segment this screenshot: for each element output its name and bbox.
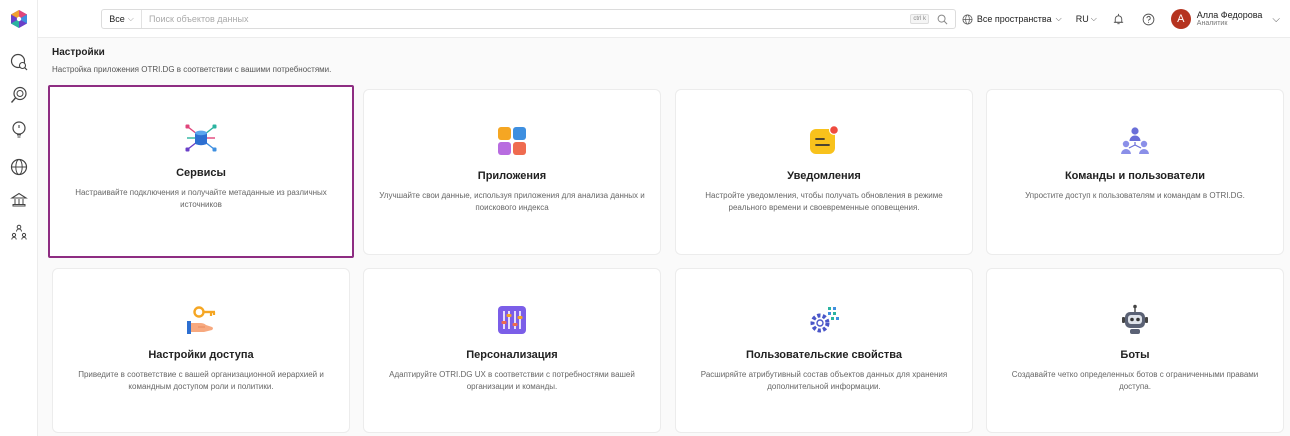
card-description: Улучшайте свои данные, используя приложе… <box>379 191 645 213</box>
card-description: Настраивайте подключения и получайте мет… <box>75 188 327 210</box>
access-key-icon <box>184 303 218 337</box>
search-icon[interactable] <box>934 11 950 27</box>
language-dropdown[interactable]: RU ⌵ <box>1076 14 1097 24</box>
teams-hierarchy-icon[interactable] <box>9 223 29 243</box>
page-subtitle: Настройка приложения OTRI.DG в соответст… <box>52 65 332 74</box>
insights-icon[interactable] <box>9 119 29 139</box>
card-description: Упростите доступ к пользователям и коман… <box>1025 191 1245 200</box>
governance-bank-icon[interactable] <box>9 190 29 210</box>
help-icon[interactable] <box>1141 11 1157 27</box>
customize-icon <box>495 303 529 337</box>
card-title: Приложения <box>477 170 547 182</box>
global-search: Все ⌵ ctrl k <box>101 9 956 29</box>
card-description: Приведите в соответствие с вашей организ… <box>78 370 324 392</box>
app-logo-icon[interactable] <box>9 9 29 29</box>
bots-icon <box>1118 303 1152 337</box>
search-scope-label: Все <box>109 14 125 24</box>
page-title: Настройки <box>52 47 105 58</box>
chevron-down-icon: ⌵ <box>127 14 134 23</box>
card-description: Расширяйте атрибутивный состав объектов … <box>700 370 948 392</box>
user-name: Алла Федорова <box>1196 9 1263 20</box>
domain-dropdown[interactable]: Все пространства ⌵ <box>962 14 1062 25</box>
card-description: Создавайте четко определенных ботов с ог… <box>1011 370 1259 392</box>
card-title: Боты <box>1120 349 1150 361</box>
card-title: Пользовательские свойства <box>745 349 903 361</box>
settings-card-services[interactable]: Сервисы Настраивайте подключения и получ… <box>48 85 354 258</box>
settings-card-teams-users[interactable]: Команды и пользователи Упростите доступ … <box>986 89 1284 255</box>
settings-card-notifications[interactable]: Уведомления Настройте уведомления, чтобы… <box>675 89 973 255</box>
explore-icon[interactable] <box>9 52 29 72</box>
domain-label: Все пространства <box>976 14 1052 24</box>
header-actions: Все пространства ⌵ RU ⌵ А Алла Федорова … <box>962 0 1290 38</box>
user-role: Аналитик <box>1196 20 1228 28</box>
chevron-down-icon: ⌵ <box>1090 14 1097 23</box>
top-bar: Все ⌵ ctrl k Все пространства ⌵ RU ⌵ А А… <box>38 0 1290 38</box>
teams-icon <box>1118 124 1152 158</box>
chevron-down-icon: ⌵ <box>1272 13 1280 25</box>
settings-card-bots[interactable]: Боты Создавайте четко определенных ботов… <box>986 268 1284 433</box>
notifications-bell-icon[interactable] <box>1111 11 1127 27</box>
domains-globe-icon[interactable] <box>9 157 29 177</box>
search-scope-dropdown[interactable]: Все ⌵ <box>102 10 142 28</box>
notifications-icon <box>807 124 841 158</box>
globe-icon <box>962 14 973 24</box>
settings-card-applications[interactable]: Приложения Улучшайте свои данные, исполь… <box>363 89 661 255</box>
card-title: Уведомления <box>787 170 861 182</box>
chevron-down-icon: ⌵ <box>1055 14 1062 23</box>
search-shortcut-hint: ctrl k <box>910 14 929 24</box>
language-label: RU <box>1075 14 1089 24</box>
settings-card-access[interactable]: Настройки доступа Приведите в соответств… <box>52 268 350 433</box>
settings-card-customization[interactable]: Персонализация Адаптируйте OTRI.DG UX в … <box>363 268 661 433</box>
search-input[interactable] <box>142 10 911 28</box>
services-icon <box>184 121 218 155</box>
sidebar <box>0 0 38 436</box>
card-title: Команды и пользователи <box>1064 170 1206 182</box>
settings-card-custom-properties[interactable]: Пользовательские свойства Расширяйте атр… <box>675 268 973 433</box>
apps-icon <box>495 124 529 158</box>
custom-properties-icon <box>807 303 841 337</box>
user-menu[interactable]: А Алла Федорова Аналитик ⌵ <box>1170 9 1280 29</box>
card-description: Настройте уведомления, чтобы получать об… <box>705 191 943 213</box>
card-description: Адаптируйте OTRI.DG UX в соответствии с … <box>389 370 635 392</box>
search-icon[interactable] <box>9 85 29 105</box>
avatar: А <box>1170 9 1191 29</box>
card-title: Настройки доступа <box>148 349 254 361</box>
card-title: Сервисы <box>176 167 226 179</box>
card-title: Персонализация <box>466 349 558 361</box>
